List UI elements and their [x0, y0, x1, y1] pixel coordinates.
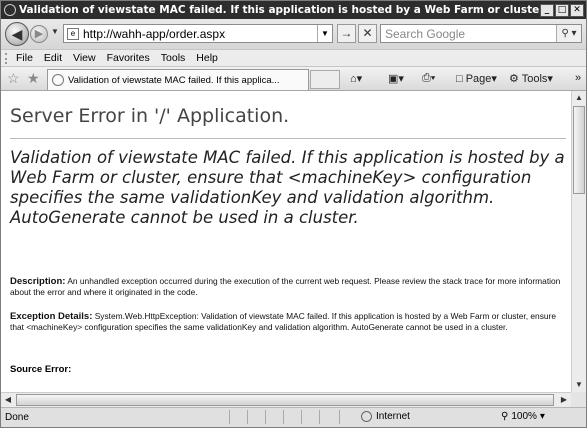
- menu-edit[interactable]: Edit: [44, 52, 62, 64]
- new-tab-button[interactable]: [310, 70, 340, 89]
- menu-help[interactable]: Help: [196, 52, 218, 64]
- source-error-label: Source Error:: [10, 364, 72, 375]
- scroll-up-icon[interactable]: ▲: [572, 91, 586, 105]
- exception-paragraph: Exception Details: System.Web.HttpExcept…: [10, 311, 568, 333]
- scrollbar-corner: [571, 392, 586, 407]
- minimize-button[interactable]: _: [540, 3, 554, 17]
- horizontal-scrollbar[interactable]: ◀ ▶: [1, 392, 571, 407]
- scroll-left-icon[interactable]: ◀: [1, 393, 15, 407]
- menu-bar: File Edit View Favorites Tools Help: [1, 49, 586, 66]
- status-segment: [265, 410, 279, 424]
- status-bar: Done Internet ⚲ 100% ▾: [1, 407, 586, 427]
- feeds-icon[interactable]: ▣▾: [388, 72, 404, 85]
- menu-file[interactable]: File: [16, 52, 33, 64]
- tab-toolbar: ☆ ★ Validation of viewstate MAC failed. …: [1, 66, 586, 91]
- page-menu[interactable]: □ Page▾: [456, 72, 497, 85]
- status-segment: [247, 410, 261, 424]
- page-heading: Server Error in '/' Application.: [10, 105, 290, 127]
- browser-window: Validation of viewstate MAC failed. If t…: [0, 0, 587, 428]
- protected-mode-icon[interactable]: [339, 410, 353, 424]
- address-dropdown-icon[interactable]: ▼: [317, 25, 332, 42]
- go-button[interactable]: →: [337, 24, 356, 43]
- menu-favorites[interactable]: Favorites: [107, 52, 150, 64]
- more-commands-icon[interactable]: »: [575, 72, 581, 84]
- zone-label: Internet: [376, 411, 410, 422]
- back-button[interactable]: ◀: [5, 22, 29, 46]
- vertical-scrollbar[interactable]: ▲ ▼: [571, 91, 586, 392]
- tab-title: Validation of viewstate MAC failed. If t…: [68, 74, 280, 86]
- status-segment: [229, 410, 243, 424]
- window-title: Validation of viewstate MAC failed. If t…: [19, 4, 540, 16]
- tab-ie-icon: [52, 74, 64, 86]
- tools-menu[interactable]: ⚙ Tools▾: [509, 72, 553, 85]
- recent-pages-dropdown[interactable]: ▼: [51, 27, 59, 36]
- page-icon: e: [67, 27, 79, 40]
- ie-icon: [4, 4, 16, 16]
- zoom-dropdown-icon[interactable]: ▾: [540, 411, 545, 422]
- description-label: Description:: [10, 276, 66, 287]
- description-paragraph: Description: An unhandled exception occu…: [10, 276, 568, 298]
- stop-button[interactable]: ✕: [358, 24, 377, 43]
- status-segment: [283, 410, 297, 424]
- home-icon[interactable]: ⌂▾: [350, 72, 362, 85]
- tab-current[interactable]: Validation of viewstate MAC failed. If t…: [47, 69, 309, 90]
- toolbar-grip: [5, 52, 10, 64]
- exception-text: System.Web.HttpException: Validation of …: [10, 311, 556, 332]
- search-box[interactable]: Search Google ⚲ ▾: [380, 24, 582, 43]
- close-button[interactable]: ✕: [570, 3, 584, 17]
- address-bar[interactable]: e http://wahh-app/order.aspx ▼: [63, 24, 333, 43]
- status-segment: [319, 410, 333, 424]
- page-content: Server Error in '/' Application. Validat…: [1, 91, 571, 392]
- forward-button[interactable]: ▶: [30, 25, 48, 43]
- favorites-star-icon[interactable]: ☆: [7, 70, 20, 87]
- menu-tools[interactable]: Tools: [161, 52, 186, 64]
- print-icon[interactable]: ⎙▾: [422, 72, 435, 85]
- search-icon[interactable]: ⚲ ▾: [556, 25, 581, 42]
- vertical-scroll-thumb[interactable]: [573, 106, 585, 194]
- description-text: An unhandled exception occurred during t…: [10, 276, 561, 297]
- tools-menu-label: Tools: [521, 73, 548, 85]
- divider: [10, 138, 566, 139]
- globe-icon: [361, 411, 372, 422]
- security-zone[interactable]: Internet: [361, 411, 410, 422]
- address-url: http://wahh-app/order.aspx: [83, 26, 226, 41]
- add-favorites-icon[interactable]: ★: [27, 70, 40, 87]
- zoom-control[interactable]: ⚲ 100% ▾: [501, 411, 545, 422]
- page-menu-label: Page: [465, 73, 492, 85]
- title-bar: Validation of viewstate MAC failed. If t…: [1, 1, 586, 19]
- horizontal-scroll-thumb[interactable]: [16, 394, 554, 406]
- status-text: Done: [5, 412, 29, 423]
- error-title: Validation of viewstate MAC failed. If t…: [10, 148, 565, 227]
- zoom-icon: ⚲: [501, 411, 509, 422]
- scroll-down-icon[interactable]: ▼: [572, 378, 586, 392]
- scroll-right-icon[interactable]: ▶: [557, 393, 571, 407]
- menu-view[interactable]: View: [73, 52, 96, 64]
- status-segment: [301, 410, 315, 424]
- address-toolbar: ◀ ▶ ▼ e http://wahh-app/order.aspx ▼ → ✕…: [1, 19, 586, 49]
- exception-label: Exception Details:: [10, 311, 93, 322]
- window-controls: _ □ ✕: [540, 3, 584, 17]
- maximize-button[interactable]: □: [555, 3, 569, 17]
- zoom-level: 100%: [511, 411, 537, 422]
- search-placeholder: Search Google: [385, 26, 466, 41]
